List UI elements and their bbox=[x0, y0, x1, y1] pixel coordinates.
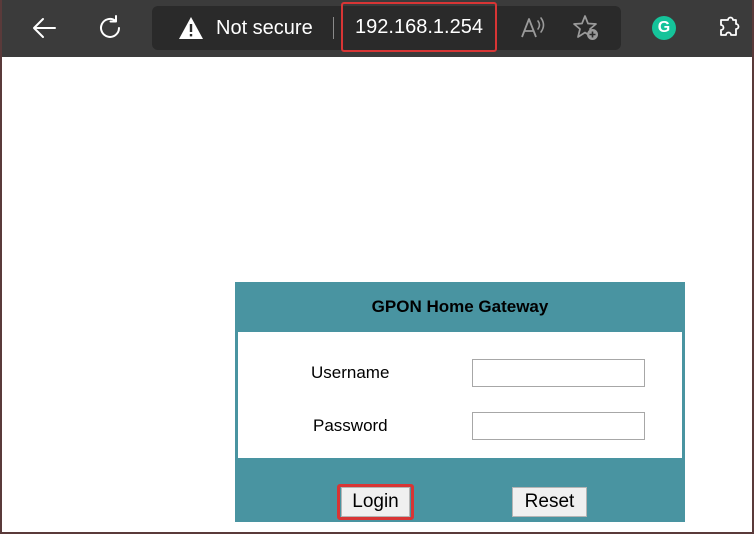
password-input[interactable] bbox=[472, 412, 645, 440]
password-label: Password bbox=[313, 416, 388, 435]
login-button[interactable]: Login bbox=[341, 487, 410, 517]
login-panel: GPON Home Gateway Username Password Logi… bbox=[235, 282, 685, 522]
username-input[interactable] bbox=[472, 359, 645, 387]
grammarly-icon: G bbox=[652, 16, 676, 40]
refresh-button[interactable] bbox=[88, 6, 132, 50]
refresh-icon bbox=[100, 15, 120, 38]
security-indicator[interactable]: Not secure bbox=[178, 6, 313, 50]
add-favorite-icon bbox=[573, 15, 598, 40]
extensions-button[interactable] bbox=[710, 8, 750, 48]
back-button[interactable] bbox=[22, 6, 66, 50]
browser-toolbar: Not secure 192.168.1.254 G bbox=[0, 0, 754, 57]
address-divider bbox=[333, 17, 334, 39]
read-aloud-icon bbox=[521, 17, 545, 38]
security-label: Not secure bbox=[216, 16, 313, 39]
add-favorite-button[interactable] bbox=[570, 12, 602, 44]
back-arrow-icon bbox=[33, 18, 56, 38]
extensions-icon bbox=[720, 16, 740, 36]
username-label: Username bbox=[311, 363, 390, 382]
warning-icon bbox=[179, 17, 203, 39]
login-form-body: Username Password bbox=[238, 332, 682, 458]
grammarly-extension-button[interactable]: G bbox=[644, 8, 684, 48]
url-text[interactable]: 192.168.1.254 bbox=[341, 2, 497, 52]
panel-title: GPON Home Gateway bbox=[371, 297, 549, 316]
read-aloud-button[interactable] bbox=[517, 12, 549, 44]
address-bar[interactable]: Not secure 192.168.1.254 bbox=[152, 2, 621, 52]
reset-button[interactable]: Reset bbox=[512, 487, 587, 517]
